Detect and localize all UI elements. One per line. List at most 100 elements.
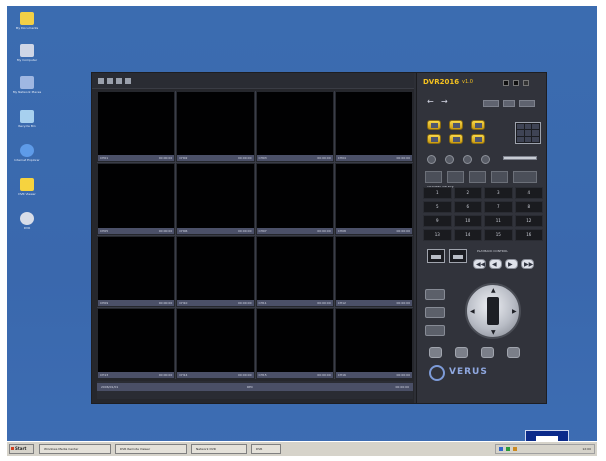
round-button[interactable] <box>481 155 490 164</box>
camera-view[interactable]: CH16 00:00:00 <box>334 307 413 379</box>
desktop-icon-recycle-bin[interactable]: Recycle Bin <box>11 110 43 128</box>
camera-view[interactable]: CH09 00:00:00 <box>97 235 176 307</box>
settings-button[interactable] <box>519 100 535 107</box>
channel-key[interactable]: 7 <box>484 201 513 213</box>
channel-key[interactable]: 6 <box>453 201 482 213</box>
channel-key[interactable]: 16 <box>514 229 543 241</box>
round-button[interactable] <box>445 155 454 164</box>
channel-key[interactable]: 8 <box>514 201 543 213</box>
layout-button[interactable] <box>98 78 104 84</box>
taskbar-item[interactable]: Network DVR <box>191 444 247 454</box>
channel-key[interactable]: 4 <box>514 187 543 199</box>
channel-key[interactable]: 5 <box>423 201 452 213</box>
round-button[interactable] <box>427 155 436 164</box>
ptz-down-icon[interactable]: ▼ <box>491 329 496 336</box>
start-button[interactable]: Start <box>9 444 34 454</box>
camera-label: CH16 <box>337 373 346 377</box>
preset-button[interactable] <box>507 347 520 358</box>
minimize-button[interactable] <box>503 80 509 86</box>
focus-button[interactable] <box>425 307 445 318</box>
channel-key[interactable]: 12 <box>514 215 543 227</box>
back-arrow-icon[interactable]: ← <box>427 97 434 106</box>
close-button[interactable] <box>523 80 529 86</box>
seek-caption: PLAYBACK CONTROL <box>477 249 508 253</box>
tab-button[interactable] <box>425 171 442 183</box>
taskbar-item[interactable]: Windows Media Center <box>39 444 111 454</box>
record-button[interactable] <box>427 120 441 130</box>
preset-button[interactable] <box>481 347 494 358</box>
preset-button[interactable] <box>429 347 442 358</box>
forward-arrow-icon[interactable]: → <box>441 97 448 106</box>
playback-button[interactable] <box>449 120 463 130</box>
ptz-up-icon[interactable]: ▲ <box>491 287 496 294</box>
volume-tray-icon[interactable] <box>513 447 517 451</box>
ptz-joystick[interactable]: ▲ ▼ ◀ ▶ <box>465 283 521 339</box>
channel-key[interactable]: 3 <box>484 187 513 199</box>
rewind-button[interactable]: ◀◀ <box>473 259 486 269</box>
tab-button[interactable] <box>469 171 486 183</box>
round-button[interactable] <box>463 155 472 164</box>
fast-forward-button[interactable]: ▶▶ <box>521 259 534 269</box>
log-button[interactable] <box>471 134 485 144</box>
camera-view[interactable]: CH13 00:00:00 <box>97 307 176 379</box>
desktop-icon-network[interactable]: My Network Places <box>11 76 43 94</box>
preset-button[interactable] <box>455 347 468 358</box>
security-tray-icon[interactable] <box>506 447 510 451</box>
layout-selector[interactable] <box>515 122 541 144</box>
layout-button[interactable] <box>116 78 122 84</box>
play-button[interactable]: ▶ <box>505 259 518 269</box>
camera-view[interactable]: CH06 00:00:00 <box>176 163 255 235</box>
desktop-icon-my-documents[interactable]: My Documents <box>11 12 43 30</box>
tab-button[interactable] <box>447 171 464 183</box>
tab-button[interactable] <box>491 171 508 183</box>
volume-slider[interactable] <box>503 156 537 160</box>
camera-view[interactable]: CH12 00:00:00 <box>334 235 413 307</box>
channel-key[interactable]: 9 <box>423 215 452 227</box>
desktop-icon-dvr[interactable]: DVR <box>11 212 43 230</box>
search-button[interactable] <box>471 120 485 130</box>
split-view-button[interactable] <box>427 249 445 263</box>
desktop-icon-dvr-viewer[interactable]: DVR Viewer <box>11 178 43 196</box>
desktop-icon-internet-explorer[interactable]: Internet Explorer <box>11 144 43 162</box>
dropdown-button[interactable] <box>503 100 515 107</box>
layout-button[interactable] <box>125 78 131 84</box>
maximize-button[interactable] <box>513 80 519 86</box>
camera-label: CH07 <box>258 228 267 233</box>
camera-view[interactable]: CH14 00:00:00 <box>176 307 255 379</box>
network-tray-icon[interactable] <box>499 447 503 451</box>
camera-view[interactable]: CH04 00:00:00 <box>334 91 413 163</box>
channel-key[interactable]: 1 <box>423 187 452 199</box>
channel-key[interactable]: 10 <box>453 215 482 227</box>
taskbar-item[interactable]: DVR <box>251 444 281 454</box>
iris-button[interactable] <box>425 325 445 336</box>
camera-view[interactable]: CH02 00:00:00 <box>176 91 255 163</box>
channel-key[interactable]: 15 <box>484 229 513 241</box>
taskbar-item[interactable]: DVR Remote Viewer <box>115 444 187 454</box>
ptz-right-icon[interactable]: ▶ <box>512 308 517 315</box>
channel-key[interactable]: 13 <box>423 229 452 241</box>
reverse-button[interactable]: ◀ <box>489 259 502 269</box>
camera-view[interactable]: CH10 00:00:00 <box>176 235 255 307</box>
backup-button[interactable] <box>427 134 441 144</box>
channel-key[interactable]: 2 <box>453 187 482 199</box>
zoom-button[interactable] <box>425 289 445 300</box>
camera-view[interactable]: CH15 00:00:00 <box>255 307 334 379</box>
ptz-left-icon[interactable]: ◀ <box>470 308 475 315</box>
channel-key[interactable]: 11 <box>484 215 513 227</box>
camera-label-bar: CH16 00:00:00 <box>335 372 412 378</box>
channel-key[interactable]: 14 <box>453 229 482 241</box>
camera-view[interactable]: CH11 00:00:00 <box>255 235 334 307</box>
tab-button[interactable] <box>513 171 537 183</box>
desktop-icon-my-computer[interactable]: My Computer <box>11 44 43 62</box>
camera-view[interactable]: CH03 00:00:00 <box>255 91 334 163</box>
camera-label: CH12 <box>337 300 346 305</box>
camera-view[interactable]: CH05 00:00:00 <box>97 163 176 235</box>
camera-view[interactable]: CH07 00:00:00 <box>255 163 334 235</box>
full-view-button[interactable] <box>449 249 467 263</box>
camera-view[interactable]: CH08 00:00:00 <box>334 163 413 235</box>
camera-view[interactable]: CH01 00:00:00 <box>97 91 176 163</box>
layout-button[interactable] <box>107 78 113 84</box>
ptz-center[interactable] <box>487 297 499 325</box>
setup-button[interactable] <box>449 134 463 144</box>
display-mode-button[interactable] <box>483 100 499 107</box>
